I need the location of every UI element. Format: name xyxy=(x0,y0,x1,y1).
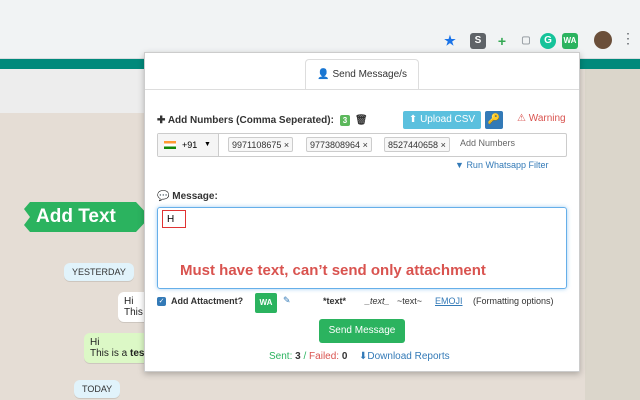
remove-icon[interactable]: × xyxy=(363,140,368,150)
country-code-select[interactable]: +91 ▼ xyxy=(158,134,219,156)
whatsapp-sidebar-header xyxy=(0,69,160,113)
tab-divider xyxy=(145,89,579,90)
attachment-checkbox[interactable]: ✓ xyxy=(157,297,166,306)
message-text: H xyxy=(162,210,186,228)
annotation-note: Must have text, can’t send only attachme… xyxy=(180,262,486,279)
sent-label: Sent: xyxy=(269,351,293,362)
tab-label: Send Message/s xyxy=(332,69,407,80)
remove-icon[interactable]: × xyxy=(284,140,289,150)
attachment-row: ✓ Add Attactment? WA ✎ *text* _text_ ~te… xyxy=(157,293,577,317)
wa-extension-icon[interactable]: WA xyxy=(562,33,578,49)
numbers-input[interactable]: +91 ▼ 9971108675 × 9773808964 × 85274406… xyxy=(157,133,567,157)
cast-icon[interactable]: ▢ xyxy=(518,33,534,49)
day-chip-yesterday: YESTERDAY xyxy=(64,263,134,281)
star-icon[interactable]: ★ xyxy=(442,33,458,49)
speech-bubble-icon: 💬 xyxy=(157,191,170,202)
add-text-callout: Add Text xyxy=(24,202,150,232)
message-textarea[interactable]: H Must have text, can’t send only attach… xyxy=(157,207,567,289)
download-reports-link[interactable]: ⬇Download Reports xyxy=(359,351,450,362)
edit-icon[interactable]: ✎ xyxy=(283,295,291,306)
format-bold: *text* xyxy=(323,296,347,306)
warning-icon: ⚠ xyxy=(517,113,526,124)
number-tag[interactable]: 9773808964 × xyxy=(306,137,372,152)
wa-attach-badge[interactable]: WA xyxy=(255,293,277,313)
message-label-text: Message: xyxy=(172,191,218,202)
filter-label: Run Whatsapp Filter xyxy=(466,160,549,170)
send-message-button[interactable]: Send Message xyxy=(319,319,405,343)
chevron-down-icon: ▼ xyxy=(204,141,211,148)
add-numbers-label: ✚ Add Numbers (Comma Seperated): 3 🗑 xyxy=(157,115,368,126)
failed-count: 0 xyxy=(341,351,348,362)
avatar[interactable] xyxy=(594,31,612,49)
menu-icon[interactable]: ⋮ xyxy=(621,30,635,47)
key-button[interactable]: 🔑 xyxy=(485,111,503,129)
bubble-text: This is a xyxy=(90,348,131,359)
number-tag-text: 9773808964 xyxy=(310,140,361,150)
sent-count: 3 xyxy=(295,351,301,362)
country-code: +91 xyxy=(182,140,198,150)
warning-link[interactable]: ⚠ Warning xyxy=(517,113,566,124)
failed-label: Failed: xyxy=(309,351,340,362)
message-label: 💬 Message: xyxy=(157,191,218,202)
add-numbers-placeholder[interactable]: Add Numbers xyxy=(460,138,515,148)
warning-label: Warning xyxy=(528,113,566,124)
bubble-bold-text: tes xyxy=(130,348,145,359)
send-message-popup: 👤 Send Message/s ✚ Add Numbers (Comma Sep… xyxy=(144,52,580,372)
number-count-badge: 3 xyxy=(339,115,351,126)
number-tag-text: 8527440658 xyxy=(388,140,439,150)
whatsapp-right-area xyxy=(585,69,640,400)
key-icon: 🔑 xyxy=(487,114,501,125)
run-whatsapp-filter-link[interactable]: ▼ Run Whatsapp Filter xyxy=(455,160,548,170)
attach-label: Add Attactment? xyxy=(171,296,244,306)
browser-toolbar: ★ S + ▢ G WA ⋮ xyxy=(0,0,640,59)
day-chip-today: TODAY xyxy=(74,380,121,398)
upload-icon: ⬆ xyxy=(408,114,418,125)
user-icon: 👤 xyxy=(317,69,330,80)
remove-icon[interactable]: × xyxy=(441,140,446,150)
bubble-line: This is a tes xyxy=(90,348,150,359)
india-flag-icon xyxy=(164,141,176,149)
emoji-link[interactable]: EMOJI xyxy=(435,296,463,306)
add-numbers-text: Add Numbers (Comma Seperated): xyxy=(167,115,334,126)
number-tag[interactable]: 8527440658 × xyxy=(384,137,450,152)
s-extension-icon[interactable]: S xyxy=(470,33,486,49)
number-tag-text: 9971108675 xyxy=(232,140,282,150)
upload-csv-button[interactable]: ⬆ Upload CSV xyxy=(403,111,481,129)
plus-extension-icon[interactable]: + xyxy=(494,33,510,49)
format-italic: _text_ xyxy=(365,296,390,306)
plus-icon: ✚ xyxy=(157,115,166,126)
number-tag[interactable]: 9971108675 × xyxy=(228,137,294,152)
download-label: Download Reports xyxy=(367,351,450,362)
send-status: Sent: 3 / Failed: 0 xyxy=(269,351,348,362)
tab-send-messages[interactable]: 👤 Send Message/s xyxy=(305,59,419,90)
upload-label: Upload CSV xyxy=(420,114,476,125)
trash-icon[interactable]: 🗑 xyxy=(355,115,368,126)
bubble-line: Hi xyxy=(90,337,100,348)
format-strike: ~text~ xyxy=(397,296,423,306)
filter-icon: ▼ xyxy=(455,160,464,170)
formatting-options: (Formatting options) xyxy=(473,296,554,306)
grammarly-icon[interactable]: G xyxy=(540,33,556,49)
